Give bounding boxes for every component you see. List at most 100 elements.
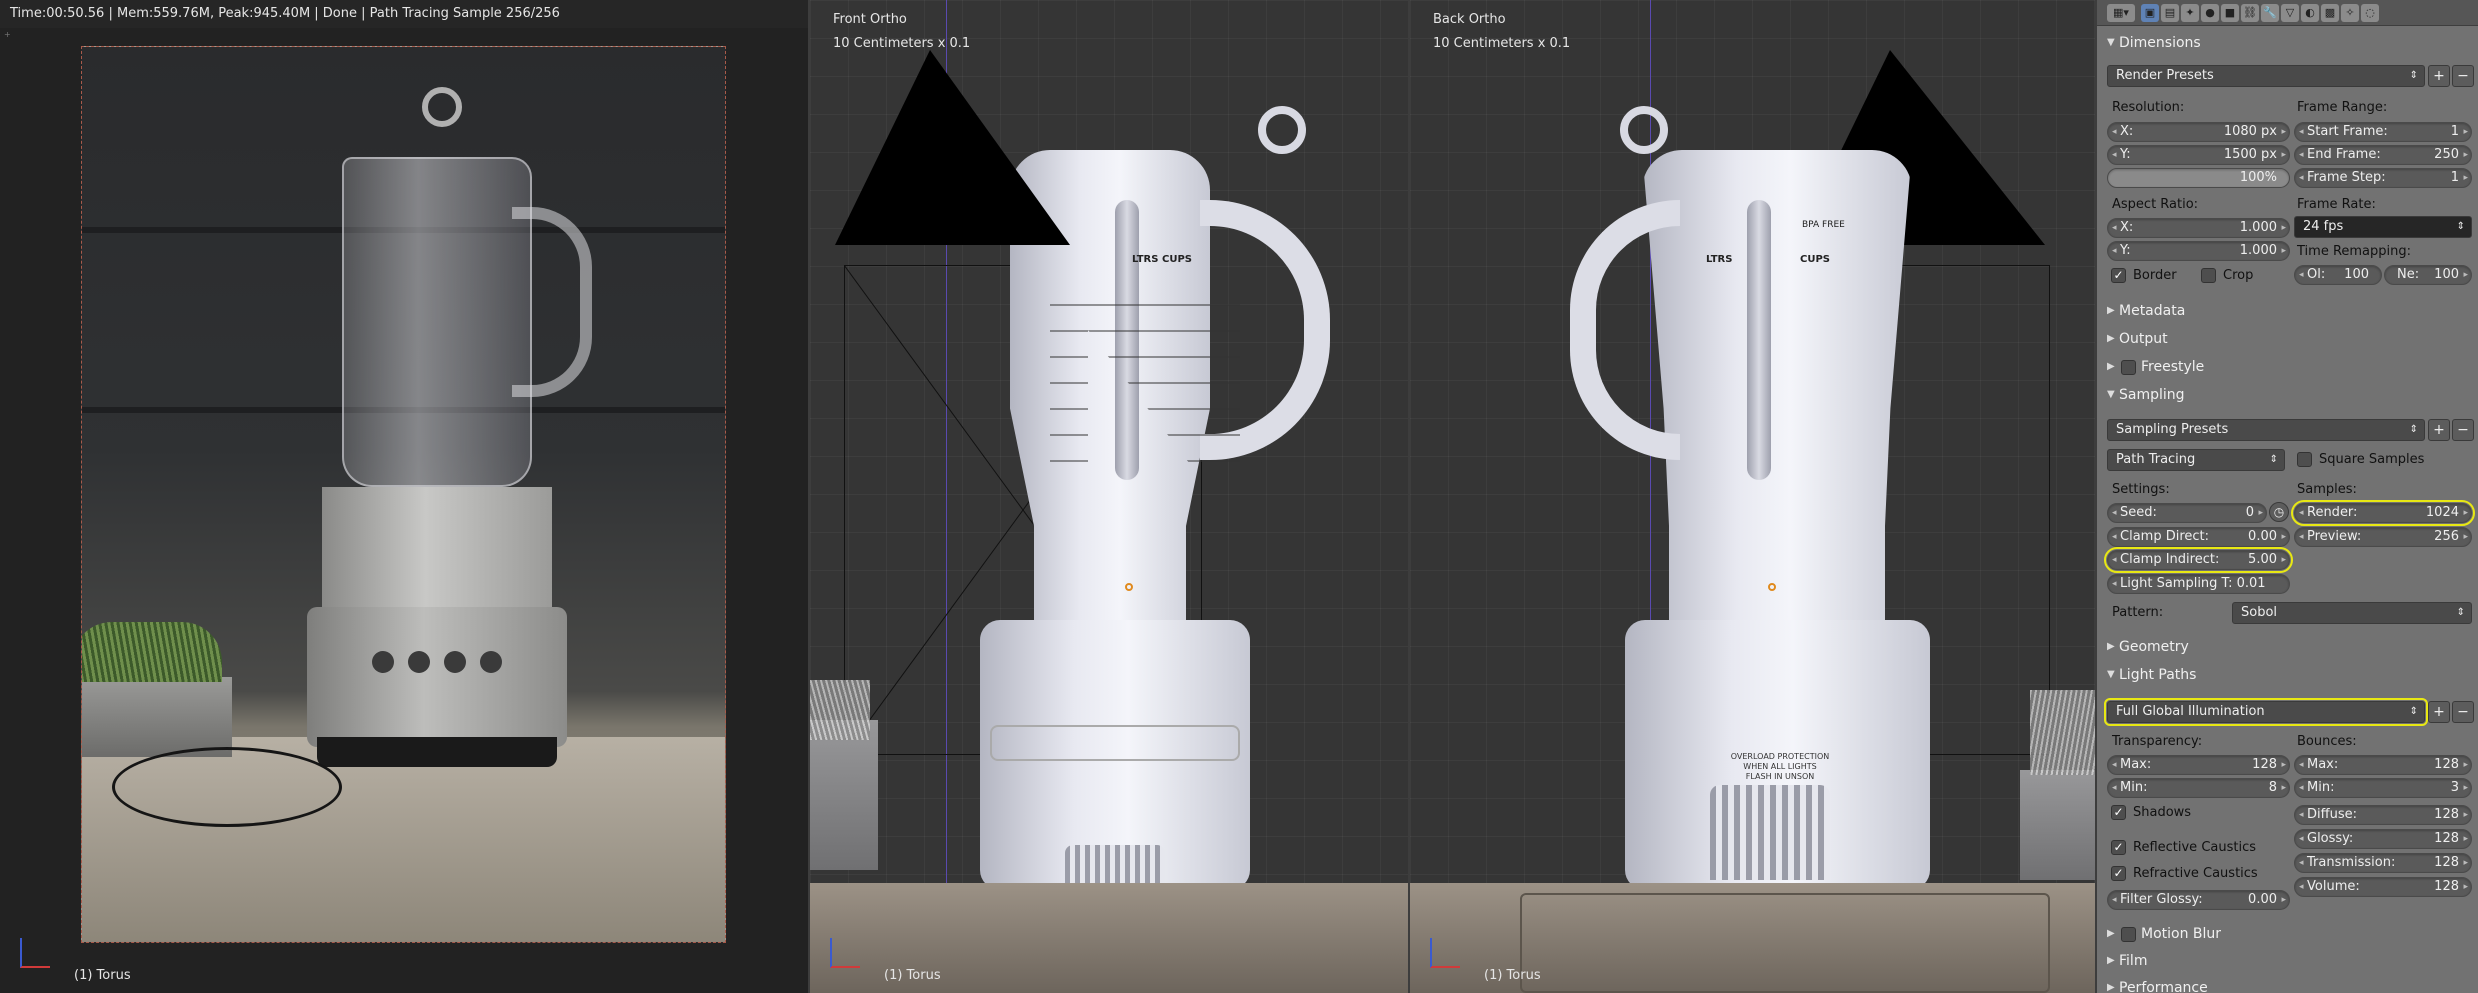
expanded-triangle-icon: ▼ [2107, 669, 2115, 680]
transparency-max-field[interactable]: ◂ Max: 128 ▸ [2107, 755, 2290, 775]
blender-jug [342, 157, 532, 487]
time-remap-new-field[interactable]: Ne: 100 ▸ [2384, 265, 2472, 285]
shadows-checkbox[interactable]: ✓ [2111, 805, 2126, 820]
border-checkbox[interactable]: ✓ [2111, 268, 2126, 283]
geometry-panel-header[interactable]: ▶ Geometry [2101, 634, 2474, 660]
collapsed-triangle-icon: ▶ [2107, 982, 2115, 993]
filter-glossy-field[interactable]: ◂ Filter Glossy: 0.00 ▸ [2107, 890, 2290, 910]
blender-base [322, 487, 552, 607]
motion-blur-checkbox[interactable] [2121, 927, 2136, 942]
frame-rate-menu[interactable]: 24 fps ⇕ [2294, 216, 2472, 238]
properties-editor[interactable]: ▦▾ ▣ ▤ ✦ ● ■ ⛓ 🔧 ▽ ◐ ▩ ✧ ◌ ▼ Dimensions R… [2097, 0, 2478, 993]
particles-icon[interactable]: ✧ [2341, 4, 2359, 22]
border-label: Border [2133, 268, 2177, 283]
remove-preset-button[interactable]: − [2452, 65, 2474, 87]
render-context-icon[interactable]: ▣ [2141, 4, 2159, 22]
integrator-menu[interactable]: Path Tracing ⇕ [2107, 449, 2285, 471]
render-samples-field[interactable]: ◂ Render: 1024 ▸ [2291, 500, 2475, 526]
physics-icon[interactable]: ◌ [2361, 4, 2379, 22]
front-ortho-viewport[interactable]: Front Ortho 10 Centimeters x 0.1 LTRS CU… [810, 0, 1408, 993]
viewport-corner-widget[interactable]: + [4, 30, 12, 39]
performance-panel-header[interactable]: ▶ Performance [2101, 975, 2474, 993]
viewport-scale: 10 Centimeters x 0.1 [1433, 36, 1571, 51]
add-light-paths-preset-button[interactable]: + [2428, 701, 2450, 723]
crop-checkbox[interactable] [2201, 268, 2216, 283]
metadata-panel-header[interactable]: ▶ Metadata [2101, 298, 2474, 324]
freestyle-panel-header[interactable]: ▶ Freestyle [2101, 354, 2474, 380]
render-presets-menu[interactable]: Render Presets ⇕ [2107, 65, 2425, 87]
viewport-scale: 10 Centimeters x 0.1 [833, 36, 971, 51]
frame-step-field[interactable]: ◂ Frame Step: 1 ▸ [2294, 168, 2472, 188]
aspect-x-field[interactable]: ◂ X: 1.000 ▸ [2107, 218, 2290, 238]
output-panel-header[interactable]: ▶ Output [2101, 326, 2474, 352]
bounces-label: Bounces: [2297, 734, 2357, 749]
film-panel-header[interactable]: ▶ Film [2101, 948, 2474, 974]
remove-light-paths-preset-button[interactable]: − [2452, 701, 2474, 723]
frame-rate-label: Frame Rate: [2297, 197, 2376, 212]
light-paths-panel-header[interactable]: ▼ Light Paths [2101, 662, 2474, 688]
object-label: (1) Torus [74, 968, 131, 983]
animated-seed-clock-icon[interactable]: ◷ [2269, 502, 2289, 522]
properties-toolbar: ▦▾ ▣ ▤ ✦ ● ■ ⛓ 🔧 ▽ ◐ ▩ ✧ ◌ [2097, 0, 2478, 26]
start-frame-field[interactable]: ◂ Start Frame: 1 ▸ [2294, 122, 2472, 142]
bounces-max-field[interactable]: ◂ Max: 128 ▸ [2294, 755, 2472, 775]
time-remap-old-field[interactable]: ◂ Ol: 100 [2294, 265, 2382, 285]
light-paths-preset-menu[interactable]: Full Global Illumination ⇕ [2104, 698, 2428, 726]
add-preset-button[interactable]: + [2428, 65, 2450, 87]
blender-jug [1642, 150, 1912, 620]
aspect-y-field[interactable]: ◂ Y: 1.000 ▸ [2107, 241, 2290, 261]
object-label: (1) Torus [884, 968, 941, 983]
render-layers-icon[interactable]: ▤ [2161, 4, 2179, 22]
volume-bounces-field[interactable]: ◂ Volume: 128 ▸ [2294, 877, 2472, 897]
refractive-caustics-checkbox[interactable]: ✓ [2111, 866, 2126, 881]
viewport-title: Front Ortho [833, 12, 907, 27]
end-frame-field[interactable]: ◂ End Frame: 250 ▸ [2294, 145, 2472, 165]
viewport-title: Back Ortho [1433, 12, 1506, 27]
transmission-bounces-field[interactable]: ◂ Transmission: 128 ▸ [2294, 853, 2472, 873]
clamp-indirect-field[interactable]: ◂ Clamp Indirect: 5.00 ▸ [2104, 547, 2293, 573]
frame-range-label: Frame Range: [2297, 100, 2388, 115]
render-result-view[interactable]: Time:00:50.56 | Mem:559.76M, Peak:945.40… [0, 0, 808, 993]
modifiers-icon[interactable]: 🔧 [2261, 4, 2279, 22]
sampling-presets-menu[interactable]: Sampling Presets ⇕ [2107, 419, 2425, 441]
dimensions-panel-header[interactable]: ▼ Dimensions [2101, 30, 2474, 56]
resolution-label: Resolution: [2112, 100, 2185, 115]
expanded-triangle-icon: ▼ [2107, 389, 2115, 400]
resolution-y-field[interactable]: ◂ Y: 1500 px ▸ [2107, 145, 2290, 165]
resolution-percent-slider[interactable]: 100% [2107, 168, 2290, 188]
crop-label: Crop [2223, 268, 2254, 283]
data-icon[interactable]: ▽ [2281, 4, 2299, 22]
motion-blur-panel-header[interactable]: ▶ Motion Blur [2101, 921, 2474, 947]
editor-type-icon[interactable]: ▦▾ [2107, 4, 2135, 22]
material-icon[interactable]: ◐ [2301, 4, 2319, 22]
object-label: (1) Torus [1484, 968, 1541, 983]
sampling-panel-header[interactable]: ▼ Sampling [2101, 382, 2474, 408]
texture-icon[interactable]: ▩ [2321, 4, 2339, 22]
transparency-min-field[interactable]: ◂ Min: 8 ▸ [2107, 778, 2290, 798]
reflective-caustics-label: Reflective Caustics [2133, 840, 2256, 855]
clamp-direct-field[interactable]: ◂ Clamp Direct: 0.00 ▸ [2107, 527, 2290, 547]
collapsed-triangle-icon: ▶ [2107, 361, 2115, 372]
square-samples-checkbox[interactable] [2297, 452, 2312, 467]
remove-sampling-preset-button[interactable]: − [2452, 419, 2474, 441]
preview-samples-field[interactable]: ◂ Preview: 256 ▸ [2294, 527, 2472, 547]
light-sampling-threshold-field[interactable]: ◂ Light Sampling T: 0.01 [2107, 574, 2290, 594]
back-ortho-viewport[interactable]: Back Ortho 10 Centimeters x 0.1 LTRS CUP… [1410, 0, 2095, 993]
reflective-caustics-checkbox[interactable]: ✓ [2111, 840, 2126, 855]
freestyle-checkbox[interactable] [2121, 360, 2136, 375]
pattern-menu[interactable]: Sobol ⇕ [2232, 602, 2472, 624]
pattern-label: Pattern: [2112, 605, 2164, 620]
seed-field[interactable]: ◂ Seed: 0 ▸ [2107, 503, 2267, 523]
resolution-x-field[interactable]: ◂ X: 1080 px ▸ [2107, 122, 2290, 142]
diffuse-bounces-field[interactable]: ◂ Diffuse: 128 ▸ [2294, 805, 2472, 825]
object-icon[interactable]: ■ [2221, 4, 2239, 22]
scene-icon[interactable]: ✦ [2181, 4, 2199, 22]
constraints-icon[interactable]: ⛓ [2241, 4, 2259, 22]
transparency-label: Transparency: [2112, 734, 2203, 749]
collapsed-triangle-icon: ▶ [2107, 641, 2115, 652]
expanded-triangle-icon: ▼ [2107, 37, 2115, 48]
add-sampling-preset-button[interactable]: + [2428, 419, 2450, 441]
world-icon[interactable]: ● [2201, 4, 2219, 22]
glossy-bounces-field[interactable]: ◂ Glossy: 128 ▸ [2294, 829, 2472, 849]
bounces-min-field[interactable]: ◂ Min: 3 ▸ [2294, 778, 2472, 798]
